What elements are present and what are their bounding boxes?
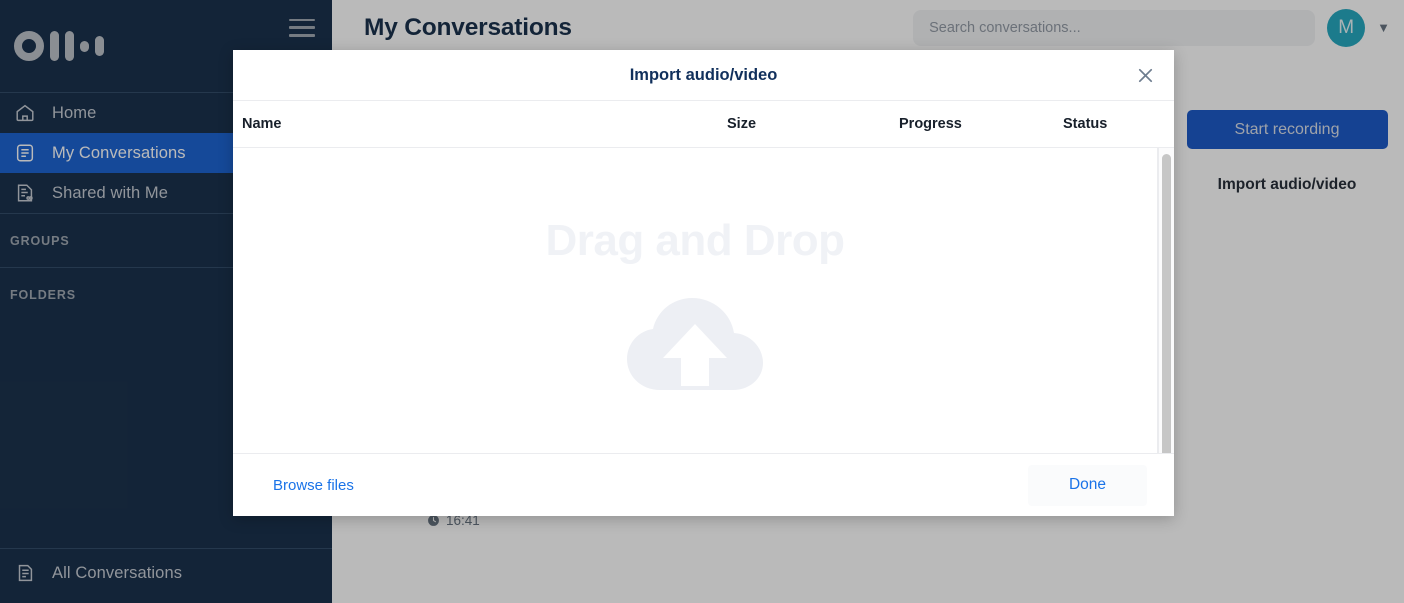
modal-header: Import audio/video: [233, 50, 1174, 101]
modal-scrollbar[interactable]: [1158, 148, 1174, 453]
modal-title: Import audio/video: [630, 66, 778, 85]
column-header-size: Size: [727, 116, 899, 132]
drag-and-drop-zone[interactable]: Drag and Drop: [233, 148, 1158, 453]
browse-files-link[interactable]: Browse files: [273, 477, 354, 494]
file-table-header: Name Size Progress Status: [233, 101, 1174, 148]
column-header-progress: Progress: [899, 116, 1063, 132]
modal-body: Name Size Progress Status Drag and Drop: [233, 101, 1174, 453]
column-header-status: Status: [1063, 116, 1158, 132]
modal-footer: Browse files Done: [233, 453, 1174, 516]
import-modal: Import audio/video Name Size Progress St…: [233, 50, 1174, 516]
column-header-name: Name: [233, 116, 727, 132]
close-icon[interactable]: [1130, 60, 1160, 90]
cloud-upload-icon: [619, 290, 771, 399]
done-button[interactable]: Done: [1028, 465, 1147, 506]
drop-zone-label: Drag and Drop: [545, 216, 844, 266]
scrollbar-thumb[interactable]: [1162, 154, 1171, 453]
